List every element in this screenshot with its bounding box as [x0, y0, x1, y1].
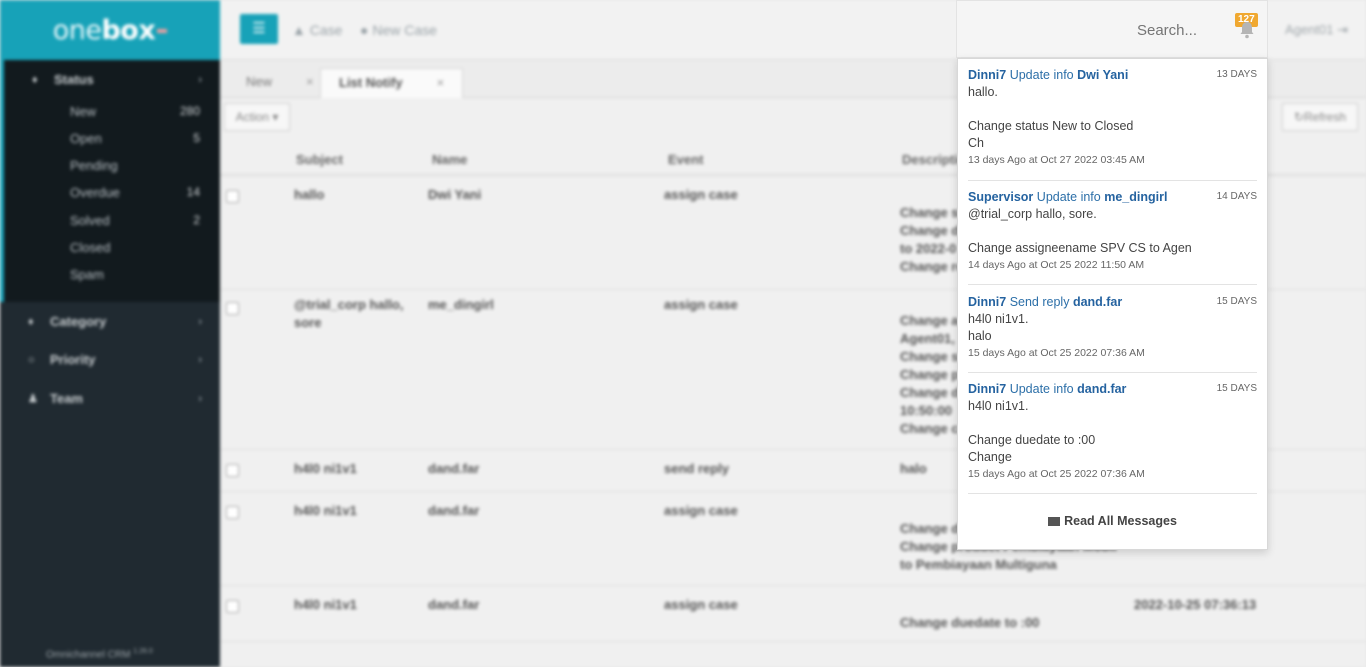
- notification-time: 15 days Ago at Oct 25 2022 07:36 AM: [968, 468, 1145, 480]
- row-checkbox[interactable]: [226, 190, 239, 203]
- col-subject[interactable]: Subject: [296, 152, 343, 167]
- notification-item[interactable]: Dinni7 Update info Dwi Yani 13 DAYS hall…: [968, 67, 1257, 181]
- cell-subject: h4l0 ni1v1: [294, 503, 357, 518]
- cell-subject: @trial_corp hallo, sore: [294, 297, 404, 330]
- action-dropdown-button[interactable]: Action ▾: [224, 103, 290, 131]
- chevron-right-icon: ›: [198, 392, 202, 405]
- col-name[interactable]: Name: [432, 152, 467, 167]
- nav-team[interactable]: ♟ Team ›: [28, 391, 202, 406]
- status-item-closed[interactable]: Closed: [70, 240, 200, 255]
- row-checkbox[interactable]: [226, 302, 239, 315]
- logo-bar: onebox: [0, 0, 220, 60]
- logo: onebox: [53, 15, 168, 46]
- chevron-right-icon: ›: [198, 353, 202, 366]
- cell-subject: h4l0 ni1v1: [294, 461, 357, 476]
- nav-status[interactable]: ♦ Status ›: [32, 72, 202, 87]
- cell-event: assign case: [664, 503, 738, 518]
- notification-time: 14 days Ago at Oct 25 2022 11:50 AM: [968, 259, 1145, 271]
- cell-event: assign case: [664, 187, 738, 202]
- notification-time: 13 days Ago at Oct 27 2022 03:45 AM: [968, 154, 1145, 166]
- status-nav-group: ♦ Status › New 280 Open 5 Pending Overdue 1…: [0, 60, 220, 302]
- cell-event: assign case: [664, 597, 738, 612]
- notification-dropdown: Dinni7 Update info Dwi Yani 13 DAYS hall…: [957, 58, 1268, 550]
- status-item-overdue[interactable]: Overdue 14: [70, 185, 200, 200]
- cell-name: me_dingirl: [428, 297, 494, 312]
- app-version: Omnichannel CRM 1.26.0: [46, 647, 153, 660]
- bell-icon[interactable]: [1239, 21, 1255, 39]
- cell-subject: hallo: [294, 187, 325, 202]
- cell-subject: h4l0 ni1v1: [294, 597, 357, 612]
- notification-item[interactable]: Supervisor Update info me_dingirl 14 DAY…: [968, 189, 1257, 285]
- search-bar: 127: [956, 0, 1268, 58]
- status-item-solved[interactable]: Solved 2: [70, 213, 200, 228]
- users-icon: ♟: [28, 393, 38, 405]
- notification-item[interactable]: Dinni7 Send reply dand.far 15 DAYS h4l0 …: [968, 294, 1257, 373]
- cell-date: 2022-10-25 07:36:13: [1134, 597, 1257, 612]
- notification-age: 14 DAYS: [1216, 191, 1257, 202]
- cell-name: Dwi Yani: [428, 187, 482, 202]
- row-checkbox[interactable]: [226, 464, 239, 477]
- nav-priority[interactable]: ○ Priority ›: [28, 352, 202, 367]
- tag-icon: ♦: [32, 73, 38, 86]
- cell-name: dand.far: [428, 461, 480, 476]
- cell-name: dand.far: [428, 503, 480, 518]
- refresh-button[interactable]: ↻Refresh: [1282, 103, 1358, 131]
- cell-name: dand.far: [428, 597, 480, 612]
- row-checkbox[interactable]: [226, 506, 239, 519]
- cell-event: assign case: [664, 297, 738, 312]
- sidebar: onebox ♦ Status › New 280 Open 5 Pending O…: [0, 0, 220, 667]
- notification-item[interactable]: Dinni7 Update info dand.far 15 DAYS h4l0…: [968, 381, 1257, 494]
- cell-description: Change duedate to :00: [900, 615, 1040, 630]
- status-item-spam[interactable]: Spam: [70, 267, 200, 282]
- chevron-right-icon: ›: [198, 73, 202, 86]
- cell-description: Change st Change d to 2022-0 Change re: [900, 205, 964, 274]
- menu-toggle-button[interactable]: ☰: [240, 14, 278, 44]
- tab-list-notify[interactable]: List Notify ×: [320, 68, 464, 98]
- cell-description: halo: [900, 461, 927, 476]
- search-input[interactable]: [967, 15, 1197, 45]
- cell-description: Change a Agent01, Change st Change p Change …: [900, 313, 966, 436]
- notification-age: 15 DAYS: [1216, 383, 1257, 394]
- breadcrumb-new-case[interactable]: ● New Case: [360, 22, 437, 38]
- close-icon[interactable]: ×: [306, 74, 314, 89]
- notification-age: 15 DAYS: [1216, 296, 1257, 307]
- status-item-new[interactable]: New 280: [70, 104, 200, 119]
- cell-event: send reply: [664, 461, 730, 476]
- user-menu[interactable]: Agent01 ⇥: [1285, 22, 1348, 38]
- close-icon[interactable]: ×: [437, 75, 445, 90]
- status-item-pending[interactable]: Pending: [70, 158, 200, 173]
- read-all-messages-link[interactable]: Read All Messages: [958, 514, 1267, 528]
- nav-category[interactable]: ♦ Category ›: [28, 314, 202, 329]
- status-item-open[interactable]: Open 5: [70, 131, 200, 146]
- chevron-right-icon: ›: [198, 315, 202, 328]
- envelope-icon: [1048, 517, 1061, 526]
- shield-icon: ○: [28, 353, 35, 366]
- notification-age: 13 DAYS: [1216, 69, 1257, 80]
- table-row[interactable]: h4l0 ni1v1 dand.far assign case Change d…: [220, 586, 1366, 642]
- row-checkbox[interactable]: [226, 600, 239, 613]
- breadcrumb-case[interactable]: ▲ Case: [292, 22, 342, 38]
- col-event[interactable]: Event: [668, 152, 703, 167]
- tab-new[interactable]: New ×: [228, 68, 332, 98]
- tag-icon: ♦: [28, 315, 34, 328]
- notification-time: 15 days Ago at Oct 25 2022 07:36 AM: [968, 347, 1145, 359]
